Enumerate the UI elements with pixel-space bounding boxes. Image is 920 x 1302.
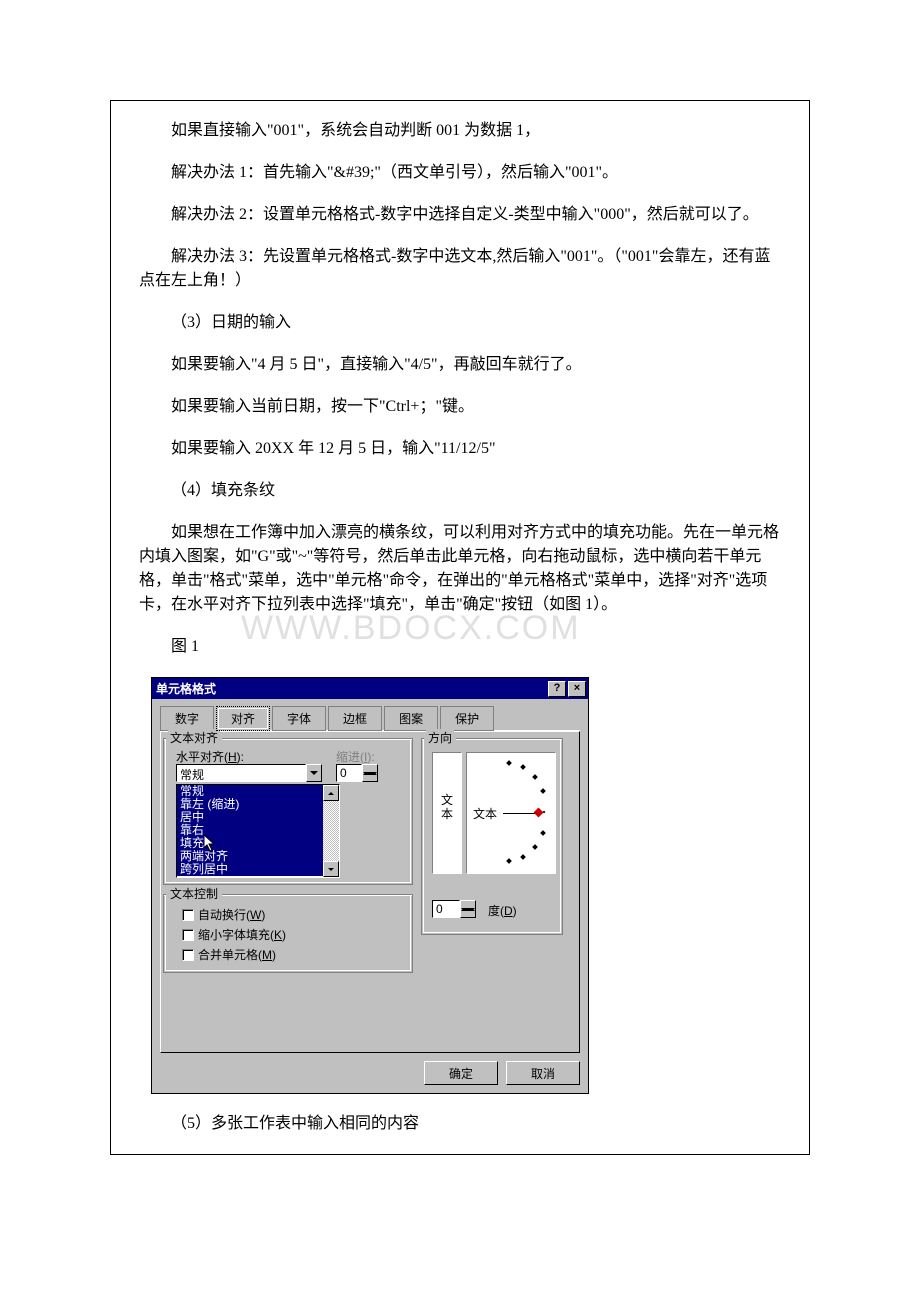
h-align-listbox[interactable]: 常规 靠左 (缩进) 居中 靠右 填充 两端对齐 跨列居中 bbox=[176, 784, 340, 878]
dial-arc bbox=[473, 759, 549, 867]
tab-font[interactable]: 字体 bbox=[272, 706, 326, 731]
dialog-figure: 单元格格式 ? × 数字 对齐 字体 边框 图案 保护 bbox=[151, 677, 587, 1094]
group-text-control: 文本控制 自动换行(W) 缩小字体填充(K) 合并单元格(M) bbox=[163, 894, 413, 973]
dialog-button-row: 确定 取消 bbox=[160, 1061, 580, 1085]
group-text-align: 文本对齐 水平对齐(H): 常规 缩进(I): 0 bbox=[163, 738, 413, 885]
cancel-button[interactable]: 取消 bbox=[506, 1061, 580, 1085]
checkbox-label: 自动换行(W) bbox=[198, 906, 265, 923]
h-align-dropdown-button[interactable] bbox=[306, 764, 322, 782]
checkbox-label: 合并单元格(M) bbox=[198, 946, 276, 963]
h-align-list-items: 常规 靠左 (缩进) 居中 靠右 填充 两端对齐 跨列居中 bbox=[177, 785, 323, 877]
group-orientation-legend: 方向 bbox=[426, 729, 454, 746]
indent-spinner[interactable]: 0 bbox=[336, 764, 378, 782]
listbox-scrollbar[interactable] bbox=[323, 785, 339, 877]
orientation-dial[interactable]: 文本 bbox=[466, 752, 556, 874]
group-text-align-legend: 文本对齐 bbox=[168, 729, 220, 746]
vertical-text-label: 文本 bbox=[434, 793, 460, 821]
tab-protection[interactable]: 保护 bbox=[440, 706, 494, 731]
chevron-down-icon bbox=[310, 771, 318, 775]
h-align-combo[interactable]: 常规 bbox=[176, 764, 322, 782]
tab-pattern[interactable]: 图案 bbox=[384, 706, 438, 731]
paragraph: 如果要输入 20XX 年 12 月 5 日，输入"11/12/5" bbox=[139, 437, 781, 461]
vertical-text-button[interactable]: 文本 bbox=[432, 752, 462, 874]
chevron-down-icon bbox=[328, 868, 334, 871]
degree-label: 度(D) bbox=[488, 902, 517, 919]
indent-label: 缩进(I): bbox=[336, 748, 375, 765]
indent-value: 0 bbox=[336, 764, 362, 782]
degree-spin-buttons[interactable] bbox=[460, 900, 476, 918]
tab-strip: 数字 对齐 字体 边框 图案 保护 bbox=[160, 705, 580, 731]
dialog-title: 单元格格式 bbox=[156, 680, 546, 697]
help-button[interactable]: ? bbox=[548, 681, 566, 697]
list-item[interactable]: 跨列居中 bbox=[177, 863, 323, 876]
paragraph: 解决办法 1：首先输入"&#39;"（西文单引号），然后输入"001"。 bbox=[139, 161, 781, 185]
close-button[interactable]: × bbox=[568, 681, 586, 697]
checkbox-label: 缩小字体填充(K) bbox=[198, 926, 286, 943]
checkbox-shrink-fit[interactable]: 缩小字体填充(K) bbox=[182, 926, 286, 943]
degree-spinner[interactable]: 0 bbox=[432, 900, 476, 918]
tab-border[interactable]: 边框 bbox=[328, 706, 382, 731]
figure-caption: 图 1 bbox=[139, 635, 781, 659]
checkbox-merge-cells[interactable]: 合并单元格(M) bbox=[182, 946, 276, 963]
checkbox-box bbox=[182, 949, 194, 961]
checkbox-box bbox=[182, 909, 194, 921]
degree-value: 0 bbox=[432, 900, 460, 918]
paragraph: 如果要输入"4 月 5 日"，直接输入"4/5"，再敲回车就行了。 bbox=[139, 353, 781, 377]
h-align-value: 常规 bbox=[176, 764, 306, 782]
paragraph: （5）多张工作表中输入相同的内容 bbox=[139, 1112, 781, 1136]
group-text-control-legend: 文本控制 bbox=[168, 885, 220, 902]
paragraph: （3）日期的输入 bbox=[139, 311, 781, 335]
paragraph: 解决办法 2：设置单元格格式-数字中选择自定义-类型中输入"000"，然后就可以… bbox=[139, 203, 781, 227]
scroll-down-button[interactable] bbox=[323, 861, 339, 877]
chevron-down-icon bbox=[363, 772, 377, 783]
group-orientation: 方向 文本 文本 bbox=[421, 738, 563, 935]
list-item-selected[interactable]: 填充 bbox=[177, 837, 323, 850]
paragraph: 如果直接输入"001"，系统会自动判断 001 为数据 1， bbox=[139, 119, 781, 143]
indent-spin-buttons[interactable] bbox=[362, 764, 378, 782]
checkbox-wrap-text[interactable]: 自动换行(W) bbox=[182, 906, 265, 923]
tab-panel-alignment: 文本对齐 水平对齐(H): 常规 缩进(I): 0 bbox=[160, 731, 580, 1053]
tab-alignment[interactable]: 对齐 bbox=[216, 706, 270, 731]
paragraph: （4）填充条纹 bbox=[139, 479, 781, 503]
scroll-track[interactable] bbox=[323, 801, 339, 861]
scroll-up-button[interactable] bbox=[323, 785, 339, 801]
tab-number[interactable]: 数字 bbox=[160, 706, 214, 731]
chevron-up-icon bbox=[328, 792, 334, 795]
checkbox-box bbox=[182, 929, 194, 941]
ok-button[interactable]: 确定 bbox=[424, 1061, 498, 1085]
h-align-label: 水平对齐(H): bbox=[176, 748, 244, 765]
paragraph: 解决办法 3：先设置单元格格式-数字中选文本,然后输入"001"。（"001"会… bbox=[139, 245, 781, 293]
paragraph: 如果想在工作簿中加入漂亮的横条纹，可以利用对齐方式中的填充功能。先在一单元格内填… bbox=[139, 521, 781, 617]
chevron-down-icon bbox=[461, 908, 475, 919]
paragraph: 如果要输入当前日期，按一下"Ctrl+；"键。 bbox=[139, 395, 781, 419]
dialog-titlebar[interactable]: 单元格格式 ? × bbox=[152, 678, 588, 699]
